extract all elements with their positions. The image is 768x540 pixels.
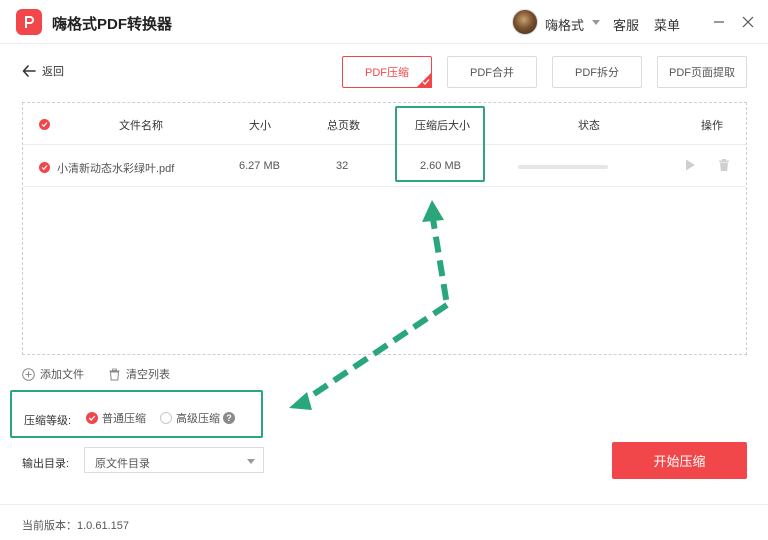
tab-pdf-split[interactable]: PDF拆分: [552, 56, 642, 88]
row-checkbox[interactable]: [39, 162, 50, 173]
user-dropdown-icon[interactable]: [592, 20, 600, 25]
check-icon: [41, 165, 48, 171]
tab-pdf-page-extract[interactable]: PDF页面提取: [657, 56, 747, 88]
plus-circle-icon: [22, 367, 35, 381]
select-all-checkbox[interactable]: [39, 119, 50, 130]
version-text: 当前版本：1.0.61.157: [22, 520, 129, 532]
start-compress-button[interactable]: 开始压缩: [612, 442, 747, 479]
minimize-icon[interactable]: [709, 12, 729, 32]
tab-pdf-compress[interactable]: PDF压缩: [342, 56, 432, 88]
file-name: 小清新动态水彩绿叶.pdf: [57, 163, 175, 175]
chevron-down-icon: [247, 459, 255, 464]
file-size: 6.27 MB: [239, 160, 280, 172]
output-directory-label: 输出目录:: [22, 458, 70, 470]
close-icon[interactable]: [738, 12, 758, 32]
header-size: 大小: [249, 120, 271, 132]
check-icon: [422, 79, 430, 85]
tab-label: PDF拆分: [575, 67, 619, 79]
annotation-box-compressed-size: [395, 106, 485, 182]
header-actions: 操作: [701, 120, 723, 132]
file-table: 文件名称 大小 总页数 压缩后大小 状态 操作 小清新动态水彩绿叶.pdf 6.…: [22, 102, 747, 355]
trash-icon[interactable]: [717, 158, 731, 172]
back-label: 返回: [42, 66, 64, 78]
header-status: 状态: [578, 120, 600, 132]
header-file-name: 文件名称: [119, 120, 163, 132]
avatar[interactable]: [512, 9, 538, 35]
arrow-left-icon: [22, 65, 36, 77]
clear-list-label: 清空列表: [126, 369, 170, 381]
annotation-box-compression-level: [10, 390, 263, 438]
play-icon[interactable]: [683, 158, 697, 172]
trash-icon: [109, 368, 120, 380]
app-logo-icon: [16, 9, 42, 35]
app-title: 嗨格式PDF转换器: [52, 16, 173, 33]
output-directory-select[interactable]: 原文件目录: [84, 447, 264, 473]
add-file-label: 添加文件: [40, 369, 84, 381]
add-file-button[interactable]: 添加文件: [22, 366, 84, 382]
table-row[interactable]: 小清新动态水彩绿叶.pdf 6.27 MB 32 2.60 MB: [23, 145, 746, 187]
progress-bar: [518, 165, 608, 169]
title-bar: 嗨格式PDF转换器 嗨格式 客服 菜单: [0, 0, 768, 44]
menu-link[interactable]: 菜单: [654, 15, 680, 34]
header-total-pages: 总页数: [327, 120, 360, 132]
tab-label: PDF合并: [470, 67, 514, 79]
tab-label: PDF压缩: [365, 67, 409, 79]
output-directory-value: 原文件目录: [95, 458, 150, 470]
page-count: 32: [336, 160, 349, 172]
table-header: 文件名称 大小 总页数 压缩后大小 状态 操作: [23, 103, 746, 145]
status-bar: 当前版本：1.0.61.157: [0, 504, 768, 540]
back-button[interactable]: 返回: [22, 63, 64, 79]
tab-label: PDF页面提取: [669, 67, 735, 79]
user-name[interactable]: 嗨格式: [545, 15, 584, 34]
clear-list-button[interactable]: 清空列表: [108, 366, 170, 382]
check-icon: [41, 122, 48, 128]
customer-service-link[interactable]: 客服: [613, 15, 639, 34]
tab-pdf-merge[interactable]: PDF合并: [447, 56, 537, 88]
